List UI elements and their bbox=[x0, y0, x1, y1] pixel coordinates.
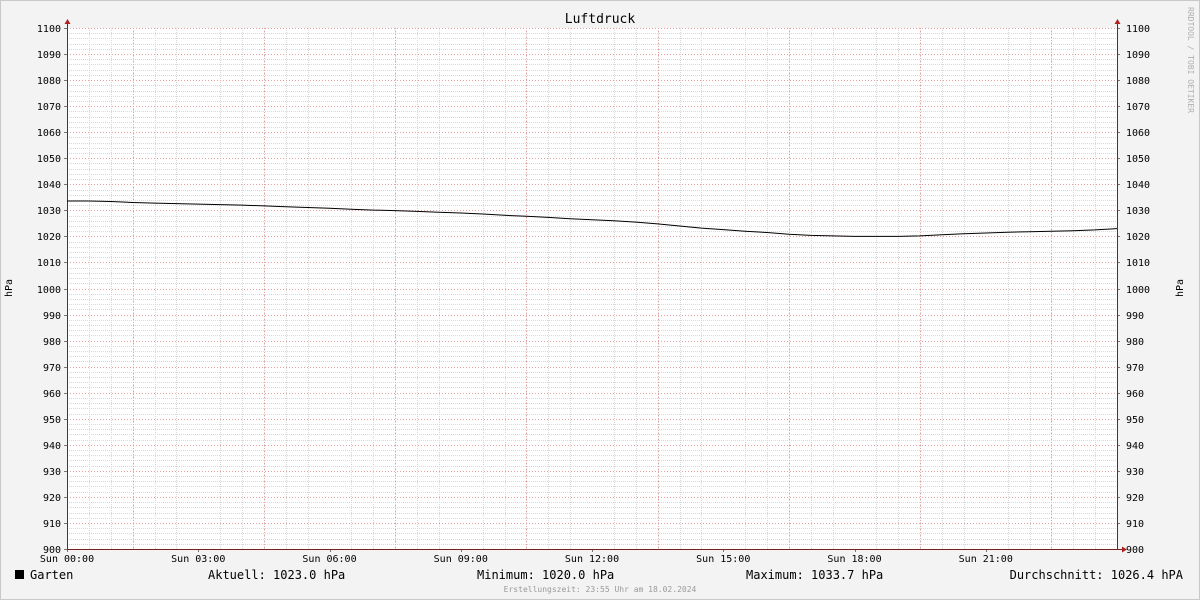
legend-series-name: Garten bbox=[30, 568, 73, 582]
y-tick-label-right: 910 bbox=[1126, 519, 1144, 530]
y-tick-label-right: 1060 bbox=[1126, 128, 1150, 139]
y-tick-label-left: 1030 bbox=[37, 206, 61, 217]
x-tick-label: Sun 06:00 bbox=[302, 554, 356, 565]
x-tick-label: Sun 12:00 bbox=[565, 554, 619, 565]
y-tick-label-right: 900 bbox=[1126, 545, 1144, 556]
x-tick-label: Sun 03:00 bbox=[171, 554, 225, 565]
y-tick-label-right: 1030 bbox=[1126, 206, 1150, 217]
x-tick-label: Sun 00:00 bbox=[40, 554, 94, 565]
legend-minimum: Minimum: 1020.0 hPa bbox=[477, 568, 614, 582]
y-tick-label-left: 1000 bbox=[37, 285, 61, 296]
legend-maximum: Maximum: 1033.7 hPa bbox=[746, 568, 883, 582]
y-tick-label-left: 960 bbox=[43, 389, 61, 400]
y-tick-label-left: 1090 bbox=[37, 50, 61, 61]
y-axis-arrow-left bbox=[64, 19, 71, 24]
y-tick-label-left: 930 bbox=[43, 467, 61, 478]
y-axis-arrow-right bbox=[1114, 19, 1121, 24]
y-tick-label-left: 1080 bbox=[37, 76, 61, 87]
creation-time: Erstellungszeit: 23:55 Uhr am 18.02.2024 bbox=[504, 585, 697, 594]
y-tick-label-left: 1050 bbox=[37, 154, 61, 165]
y-tick-label-left: 970 bbox=[43, 363, 61, 374]
legend-average: Durchschnitt: 1026.4 hPA bbox=[1010, 568, 1184, 582]
y-tick-label-right: 920 bbox=[1126, 493, 1144, 504]
y-tick-label-right: 1090 bbox=[1126, 50, 1150, 61]
y-tick-label-left: 910 bbox=[43, 519, 61, 530]
x-tick-label: Sun 21:00 bbox=[959, 554, 1013, 565]
y-axis-label-left: hPa bbox=[4, 279, 15, 297]
chart-title: Luftdruck bbox=[565, 12, 636, 27]
legend-swatch bbox=[15, 570, 24, 579]
x-ticks: Sun 00:00 Sun 03:00 Sun 06:00 Sun 09:00 Sun … bbox=[40, 554, 1013, 565]
y-tick-label-right: 970 bbox=[1126, 363, 1144, 374]
x-tick-label: Sun 09:00 bbox=[434, 554, 488, 565]
y-axis-label-right: hPa bbox=[1175, 279, 1186, 297]
y-tick-label-left: 1070 bbox=[37, 102, 61, 113]
y-tick-label-right: 950 bbox=[1126, 415, 1144, 426]
y-tick-label-right: 940 bbox=[1126, 441, 1144, 452]
y-tick-label-left: 1060 bbox=[37, 128, 61, 139]
y-tick-label-right: 1010 bbox=[1126, 258, 1150, 269]
y-tick-label-left: 1020 bbox=[37, 232, 61, 243]
legend-current: Aktuell: 1023.0 hPa bbox=[208, 568, 345, 582]
y-tick-label-right: 930 bbox=[1126, 467, 1144, 478]
y-tick-label-left: 980 bbox=[43, 337, 61, 348]
y-tick-label-right: 980 bbox=[1126, 337, 1144, 348]
y-tick-label-right: 1080 bbox=[1126, 76, 1150, 87]
y-tick-label-left: 950 bbox=[43, 415, 61, 426]
y-tick-label-right: 1070 bbox=[1126, 102, 1150, 113]
y-tick-label-right: 990 bbox=[1126, 311, 1144, 322]
y-tick-label-right: 1050 bbox=[1126, 154, 1150, 165]
y-tick-label-left: 920 bbox=[43, 493, 61, 504]
x-tick-label: Sun 18:00 bbox=[827, 554, 881, 565]
y-tick-label-left: 940 bbox=[43, 441, 61, 452]
y-tick-label-left: 1010 bbox=[37, 258, 61, 269]
y-tick-label-left: 990 bbox=[43, 311, 61, 322]
y-tick-label-right: 1020 bbox=[1126, 232, 1150, 243]
y-tick-label-left: 1100 bbox=[37, 24, 61, 35]
y-tick-label-right: 1040 bbox=[1126, 180, 1150, 191]
y-ticks-right: 900 910 920 930 940 950 960 970 980 990 1000 1010 10… bbox=[1126, 24, 1150, 556]
y-tick-label-left: 1040 bbox=[37, 180, 61, 191]
y-tick-label-right: 1100 bbox=[1126, 24, 1150, 35]
y-ticks-left: 9009109209309409509609709809901000101010… bbox=[37, 24, 61, 556]
x-tick-label: Sun 15:00 bbox=[696, 554, 750, 565]
y-tick-label-right: 960 bbox=[1126, 389, 1144, 400]
watermark: RRDTOOL / TOBI OETIKER bbox=[1186, 7, 1195, 113]
y-tick-label-right: 1000 bbox=[1126, 285, 1150, 296]
chart-canvas: 900 910 920 930 940 950 960 970 980 990 1000 1010 10… bbox=[4, 7, 1195, 594]
